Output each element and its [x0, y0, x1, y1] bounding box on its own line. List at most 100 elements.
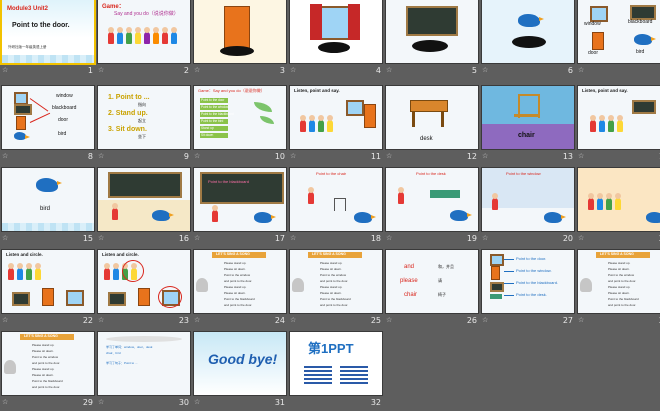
slide-preview[interactable]: Listen, point and say.	[578, 86, 660, 149]
animation-star-icon[interactable]: ☆	[2, 398, 8, 406]
slide-thumbnail-7[interactable]: windowblackboarddoorbird☆7	[576, 0, 660, 79]
animation-star-icon[interactable]: ☆	[194, 152, 200, 160]
animation-star-icon[interactable]: ☆	[386, 316, 392, 324]
slide-preview[interactable]: Game：Say and you do（说说你做） Point to the do…	[194, 86, 286, 149]
slide-thumbnail-4[interactable]: ☆ 4	[288, 0, 383, 79]
slide-preview[interactable]: 第1PPT	[290, 332, 382, 395]
animation-star-icon[interactable]: ☆	[2, 234, 8, 242]
animation-star-icon[interactable]: ☆	[290, 234, 296, 242]
slide-thumbnail-26[interactable]: and 和，并且 please 请 chair 椅子 ☆ 26	[384, 250, 479, 329]
animation-star-icon[interactable]: ☆	[578, 316, 584, 324]
animation-star-icon[interactable]: ☆	[482, 316, 488, 324]
slide-preview[interactable]: Point to the blackboard	[194, 168, 286, 231]
animation-star-icon[interactable]: ☆	[2, 66, 8, 74]
slide-preview[interactable]: Point to the desk	[386, 168, 478, 231]
slide-preview[interactable]: 学习了单词：window、door、desk chair、bird 学习了句子：Po…	[98, 332, 190, 395]
animation-star-icon[interactable]: ☆	[194, 316, 200, 324]
song-line: Please stand up.	[32, 343, 55, 347]
animation-star-icon[interactable]: ☆	[290, 316, 296, 324]
bird-image	[518, 14, 544, 27]
slide-thumbnail-11[interactable]: Listen, point and say. ☆ 11	[288, 86, 383, 165]
slide-preview[interactable]: LET'S SING A SONG Please stand up. Please …	[194, 250, 286, 313]
slide-preview[interactable]: 1. Point to ... 指向 2. Stand up. 起立 3. Sit do…	[98, 86, 190, 149]
slide-preview[interactable]	[194, 0, 286, 63]
slide-preview[interactable]: bird	[2, 168, 94, 231]
slide-number: 1	[87, 66, 93, 75]
animation-star-icon[interactable]: ☆	[482, 152, 488, 160]
slide-preview[interactable]	[386, 0, 478, 63]
slide-preview[interactable]: window blackboard door bird	[578, 0, 660, 63]
slide-thumbnail-24[interactable]: LET'S SING A SONG Please stand up. Please …	[192, 250, 287, 329]
slide-thumbnail-31[interactable]: Good bye! ☆ 31	[192, 332, 287, 411]
slide-thumbnail-21[interactable]: ☆21	[576, 168, 660, 247]
slide-preview[interactable]	[482, 0, 574, 63]
slide-thumbnail-23[interactable]: Listen and circle. ☆ 23	[96, 250, 191, 329]
slide-preview[interactable]	[98, 168, 190, 231]
slide-preview[interactable]: LET'S SING A SONG Please stand up. Please …	[578, 250, 660, 313]
slide-preview[interactable]: desk	[386, 86, 478, 149]
animation-star-icon[interactable]: ☆	[98, 398, 104, 406]
slide-thumbnail-19[interactable]: Point to the desk ☆ 19	[384, 168, 479, 247]
slide-preview[interactable]: Point to the window	[482, 168, 574, 231]
slide-thumbnail-8[interactable]: window blackboard door bird ☆ 8	[0, 86, 95, 165]
slide-thumbnail-22[interactable]: Listen and circle. ☆ 22	[0, 250, 95, 329]
animation-star-icon[interactable]: ☆	[194, 234, 200, 242]
animation-star-icon[interactable]: ☆	[290, 66, 296, 74]
animation-star-icon[interactable]: ☆	[482, 234, 488, 242]
slide-thumbnail-27[interactable]: Point to the door. Point to the window. Po…	[480, 250, 575, 329]
slide-preview[interactable]: LET'S SING A SONG Please stand up. Please …	[290, 250, 382, 313]
animation-star-icon[interactable]: ☆	[194, 66, 200, 74]
animation-star-icon[interactable]: ☆	[2, 152, 8, 160]
slide-preview[interactable]: Listen and circle.	[2, 250, 94, 313]
slide-preview[interactable]: Point to the chair	[290, 168, 382, 231]
slide-preview[interactable]	[578, 168, 660, 231]
animation-star-icon[interactable]: ☆	[386, 66, 392, 74]
slide-thumbnail-18[interactable]: Point to the chair ☆ 18	[288, 168, 383, 247]
animation-star-icon[interactable]: ☆	[2, 316, 8, 324]
slide-preview[interactable]	[290, 0, 382, 63]
animation-star-icon[interactable]: ☆	[98, 316, 104, 324]
animation-star-icon[interactable]: ☆	[578, 66, 584, 74]
slide-preview[interactable]: Point to the door. Point to the window. Po…	[482, 250, 574, 313]
slide-thumbnail-13[interactable]: chair ☆ 13	[480, 86, 575, 165]
slide-thumbnail-32[interactable]: 第1PPT 32	[288, 332, 383, 411]
slide-thumbnail-14[interactable]: Listen, point and say.☆14	[576, 86, 660, 165]
animation-star-icon[interactable]: ☆	[98, 152, 104, 160]
slide-preview[interactable]: and 和，并且 please 请 chair 椅子	[386, 250, 478, 313]
slide-thumbnail-6[interactable]: ☆ 6	[480, 0, 575, 79]
slide-thumbnail-3[interactable]: ☆ 3	[192, 0, 287, 79]
slide-thumbnail-15[interactable]: bird ☆ 15	[0, 168, 95, 247]
animation-star-icon[interactable]: ☆	[578, 234, 584, 242]
slide-thumbnail-25[interactable]: LET'S SING A SONG Please stand up. Please …	[288, 250, 383, 329]
slide-thumbnail-16[interactable]: ☆ 16	[96, 168, 191, 247]
animation-star-icon[interactable]: ☆	[578, 152, 584, 160]
slide-preview[interactable]: window blackboard door bird	[2, 86, 94, 149]
slide-thumbnail-12[interactable]: desk ☆ 12	[384, 86, 479, 165]
slide-preview[interactable]: LET'S SING A SONG Please stand up. Please …	[2, 332, 94, 395]
slide-preview[interactable]: chair	[482, 86, 574, 149]
slide-preview[interactable]: Module3 Unit2 Point to the door. 外研社版一年级英语…	[2, 0, 94, 63]
slide-thumbnail-28[interactable]: LET'S SING A SONG Please stand up. Please …	[576, 250, 660, 329]
slide-number: 8	[87, 152, 93, 161]
animation-star-icon[interactable]: ☆	[98, 66, 104, 74]
slide-thumbnail-2[interactable]: Game： Say and you do（说说你做） ☆ 2	[96, 0, 191, 79]
line-stand-up: 2. Stand up.	[108, 110, 148, 117]
slide-thumbnail-10[interactable]: Game：Say and you do（说说你做） Point to the do…	[192, 86, 287, 165]
slide-thumbnail-9[interactable]: 1. Point to ... 指向 2. Stand up. 起立 3. Sit do…	[96, 86, 191, 165]
slide-thumbnail-17[interactable]: Point to the blackboard ☆ 17	[192, 168, 287, 247]
animation-star-icon[interactable]: ☆	[386, 152, 392, 160]
slide-thumbnail-5[interactable]: ☆ 5	[384, 0, 479, 79]
animation-star-icon[interactable]: ☆	[386, 234, 392, 242]
slide-thumbnail-29[interactable]: LET'S SING A SONG Please stand up. Please …	[0, 332, 95, 411]
animation-star-icon[interactable]: ☆	[98, 234, 104, 242]
animation-star-icon[interactable]: ☆	[482, 66, 488, 74]
slide-thumbnail-20[interactable]: Point to the window ☆ 20	[480, 168, 575, 247]
slide-thumbnail-1[interactable]: Module3 Unit2 Point to the door. 外研社版一年级英语…	[0, 0, 95, 79]
slide-preview[interactable]: Listen, point and say.	[290, 86, 382, 149]
slide-thumbnail-30[interactable]: 学习了单词：window、door、desk chair、bird 学习了句子：Po…	[96, 332, 191, 411]
slide-preview[interactable]: Good bye!	[194, 332, 286, 395]
slide-preview[interactable]: Game： Say and you do（说说你做）	[98, 0, 190, 63]
slide-preview[interactable]: Listen and circle.	[98, 250, 190, 313]
animation-star-icon[interactable]: ☆	[194, 398, 200, 406]
animation-star-icon[interactable]: ☆	[290, 152, 296, 160]
